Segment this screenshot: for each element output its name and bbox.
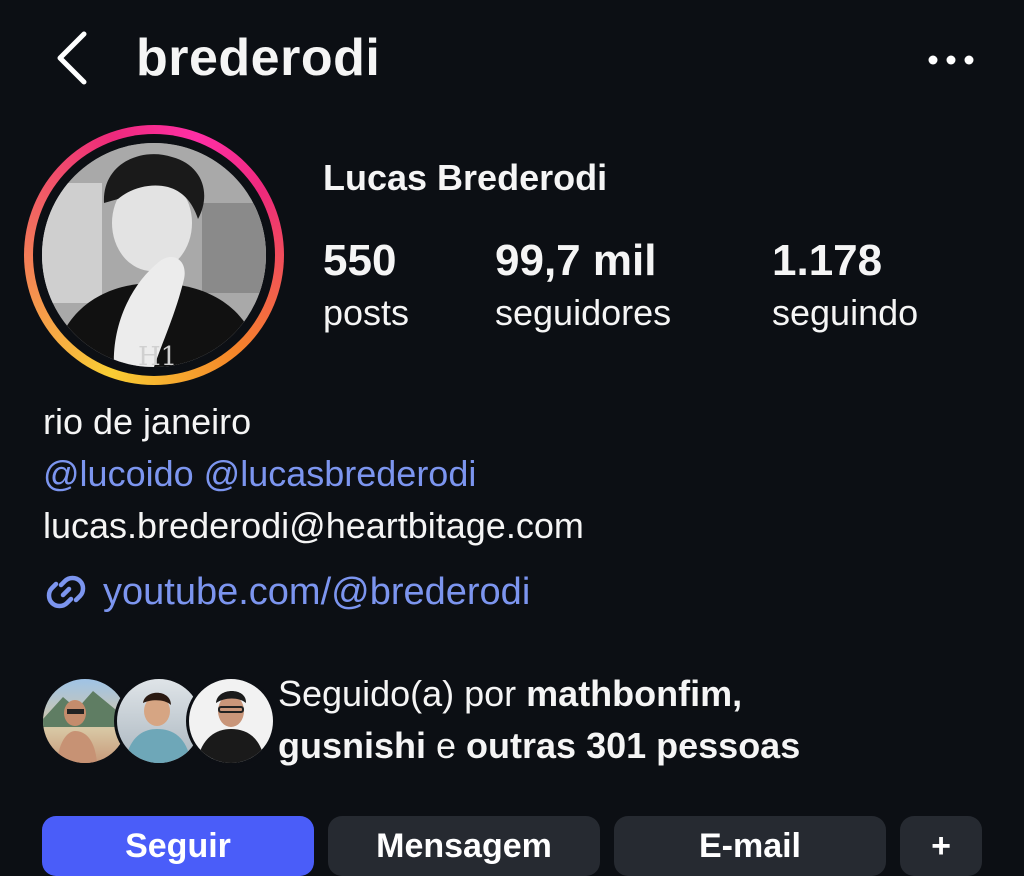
followed-by-user-gusnishi: gusnishi	[278, 725, 427, 766]
external-link[interactable]: youtube.com/@brederodi	[43, 564, 530, 620]
followed-by-conjunction: e	[426, 725, 467, 766]
mention-lucasbrederodi[interactable]: @lucasbrederodi	[204, 453, 477, 494]
more-dots-icon	[928, 55, 974, 65]
followed-by-prefix: Seguido(a) por	[278, 673, 527, 714]
follower-avatar-third	[186, 676, 276, 766]
posts-count: 550	[323, 236, 397, 285]
followers-stat[interactable]: 99,7 mil seguidores	[495, 234, 671, 340]
follow-button[interactable]: Seguir	[42, 816, 314, 876]
chevron-left-icon	[57, 31, 87, 85]
bio-mentions: @lucoido @lucasbrederodi	[43, 448, 476, 500]
following-stat[interactable]: 1.178 seguindo	[772, 234, 918, 340]
more-options-button[interactable]	[920, 40, 982, 80]
following-label: seguindo	[772, 292, 919, 333]
svg-text:H1: H1	[138, 342, 177, 367]
email-button[interactable]: E-mail	[614, 816, 886, 876]
bio-location: rio de janeiro	[43, 401, 252, 442]
following-count: 1.178	[772, 236, 883, 285]
external-link-text: youtube.com/@brederodi	[103, 570, 531, 613]
profile-username: brederodi	[136, 29, 381, 87]
posts-label: posts	[323, 292, 410, 333]
bio-email: lucas.brederodi@heartbitage.com	[43, 505, 584, 546]
link-icon	[46, 575, 86, 609]
suggested-users-button[interactable]: +	[900, 816, 982, 876]
followers-label: seguidores	[495, 292, 672, 333]
followed-by-separator: ,	[732, 673, 743, 714]
followed-by-others: outras 301 pessoas	[466, 725, 801, 766]
message-button[interactable]: Mensagem	[328, 816, 600, 876]
followers-count: 99,7 mil	[495, 236, 657, 285]
follower-avatar-illustration	[197, 691, 265, 763]
mention-lucoido[interactable]: @lucoido	[43, 453, 194, 494]
profile-avatar-story-ring[interactable]: H1	[24, 125, 284, 385]
profile-avatar: H1	[42, 143, 266, 367]
posts-stat[interactable]: 550 posts	[323, 234, 409, 340]
profile-display-name: Lucas Brederodi	[323, 157, 608, 198]
avatar-portrait-illustration: H1	[42, 143, 266, 367]
avatar-ring-gap: H1	[33, 134, 275, 376]
followed-by-row[interactable]: Seguido(a) por mathbonfim, gusnishi e out…	[40, 672, 1000, 772]
followed-by-user-mathbonfim: mathbonfim	[526, 673, 733, 714]
top-bar: brederodi	[0, 0, 1024, 120]
followed-by-text: Seguido(a) por mathbonfim, gusnishi e out…	[278, 668, 998, 772]
back-button[interactable]	[48, 28, 100, 88]
